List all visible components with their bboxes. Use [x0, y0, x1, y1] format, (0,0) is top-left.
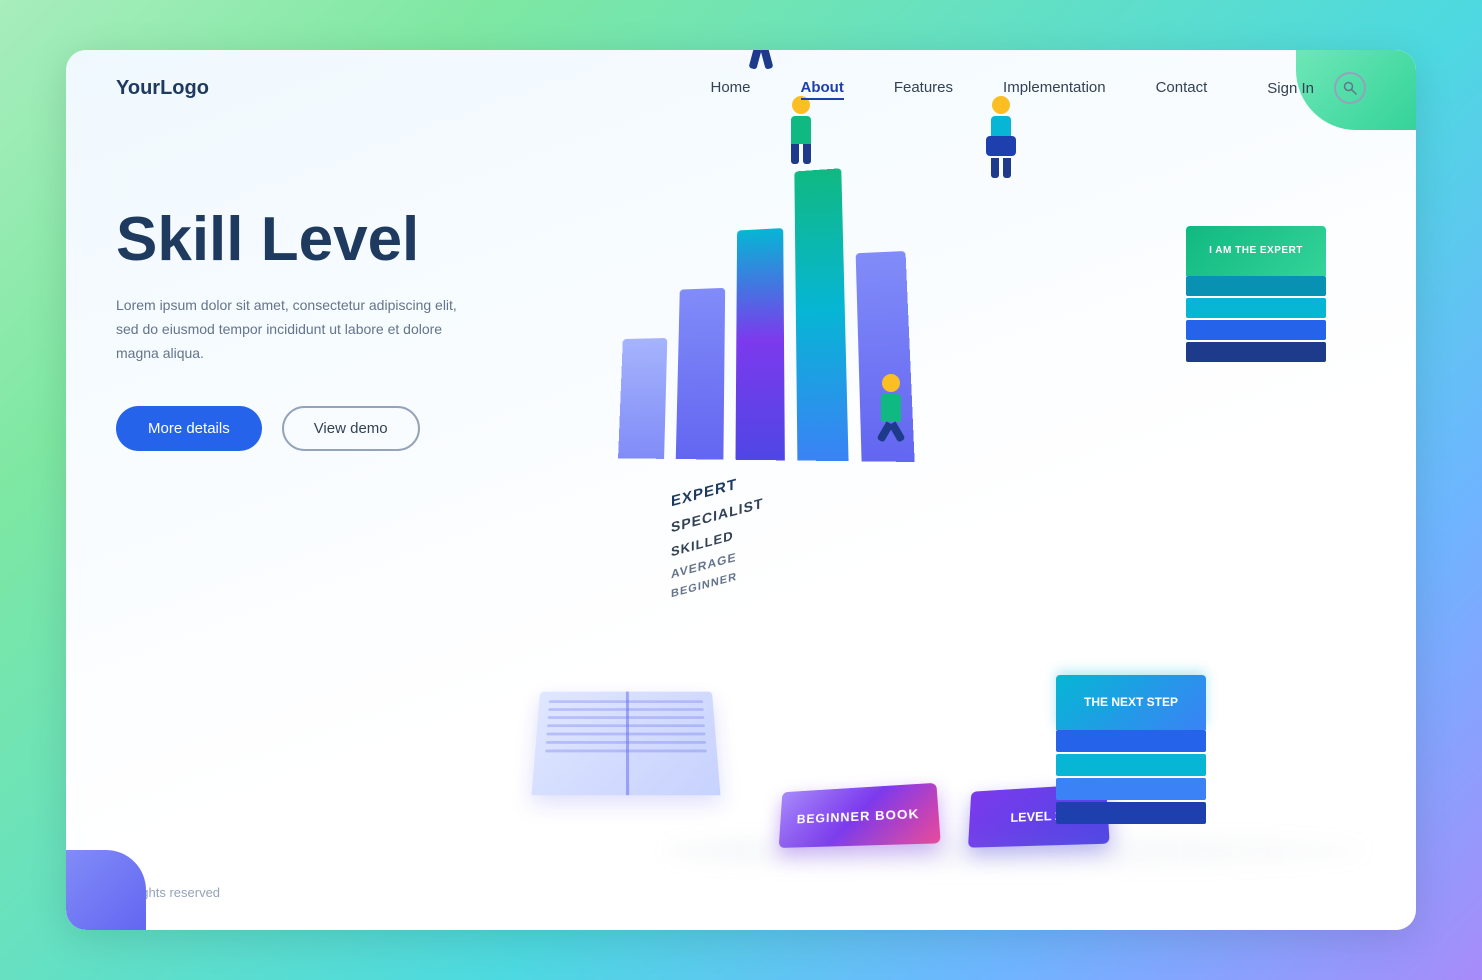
hero-title: Skill Level [116, 206, 516, 274]
figure-expert [466, 374, 1316, 442]
open-book [536, 686, 716, 806]
book-line [546, 733, 705, 736]
next-step-stack: THE NEXT STEP [1056, 675, 1206, 826]
logo: YourLogo [116, 77, 209, 100]
book-line [549, 700, 703, 703]
nav-link-features[interactable]: Features [894, 79, 953, 96]
book-open-inner [532, 692, 721, 796]
nav-item-contact[interactable]: Contact [1156, 79, 1208, 97]
nav-item-about[interactable]: About [801, 79, 844, 97]
button-row: More details View demo [116, 406, 516, 451]
next-step-label: THE NEXT STEP [1084, 695, 1178, 711]
person-legs [466, 422, 1316, 442]
expert-book-2 [1186, 320, 1326, 340]
nav-link-contact[interactable]: Contact [1156, 79, 1208, 96]
person-leg [803, 144, 811, 164]
book-line [546, 741, 706, 744]
person-head [882, 374, 900, 392]
book-stack [1056, 730, 1206, 826]
expert-book-top: I AM THE EXPERT [1186, 226, 1326, 276]
expert-book-4 [1186, 276, 1326, 296]
main-content: Skill Level Lorem ipsum dolor sit amet, … [66, 126, 1416, 926]
nav-link-home[interactable]: Home [710, 79, 750, 96]
sign-in-link[interactable]: Sign In [1267, 80, 1314, 97]
navbar: YourLogo Home About Features Implementat… [66, 50, 1416, 126]
expert-stack: I AM THE EXPERT [1186, 226, 1326, 364]
person-leg [889, 421, 906, 442]
nav-item-implementation[interactable]: Implementation [1003, 79, 1106, 97]
search-icon [1343, 81, 1357, 95]
expert-book-3 [1186, 298, 1326, 318]
nav-item-features[interactable]: Features [894, 79, 953, 97]
nav-item-home[interactable]: Home [710, 79, 750, 97]
more-details-button[interactable]: More details [116, 406, 262, 451]
nav-links: Home About Features Implementation Conta… [710, 79, 1207, 97]
book-line [545, 750, 707, 753]
stack-book-2 [1056, 778, 1206, 800]
nav-link-implementation[interactable]: Implementation [1003, 79, 1106, 96]
search-button[interactable] [1334, 72, 1366, 104]
next-step-book-top: THE NEXT STEP [1056, 675, 1206, 730]
book-lines [545, 700, 707, 752]
hero-description: Lorem ipsum dolor sit amet, consectetur … [116, 294, 476, 365]
main-card: YourLogo Home About Features Implementat… [66, 50, 1416, 930]
left-panel: Skill Level Lorem ipsum dolor sit amet, … [116, 146, 516, 926]
beginner-book-label: BEGINNER BOOK [797, 806, 920, 826]
person-body [881, 394, 901, 422]
skill-labels: EXPERT SPECIALIST SKILLED AVERAGE BEGINN… [671, 464, 763, 606]
book-line [548, 716, 705, 719]
book-line [547, 724, 705, 727]
expert-label: I AM THE EXPERT [1209, 244, 1303, 258]
level2-book-label: LEVEL 2 [1010, 808, 1062, 825]
view-demo-button[interactable]: View demo [282, 406, 420, 451]
iso-shadow [666, 836, 1366, 866]
illustration: EXPERT SPECIALIST SKILLED AVERAGE BEGINN… [516, 146, 1366, 926]
expert-book-stack [1186, 276, 1326, 364]
person-leg [791, 144, 799, 164]
nav-right: Sign In [1267, 72, 1366, 104]
book-line [548, 708, 704, 711]
stack-book-1 [1056, 802, 1206, 824]
stack-book-4 [1056, 730, 1206, 752]
expert-book-1 [1186, 342, 1326, 362]
nav-link-about[interactable]: About [801, 79, 844, 100]
stack-book-3 [1056, 754, 1206, 776]
